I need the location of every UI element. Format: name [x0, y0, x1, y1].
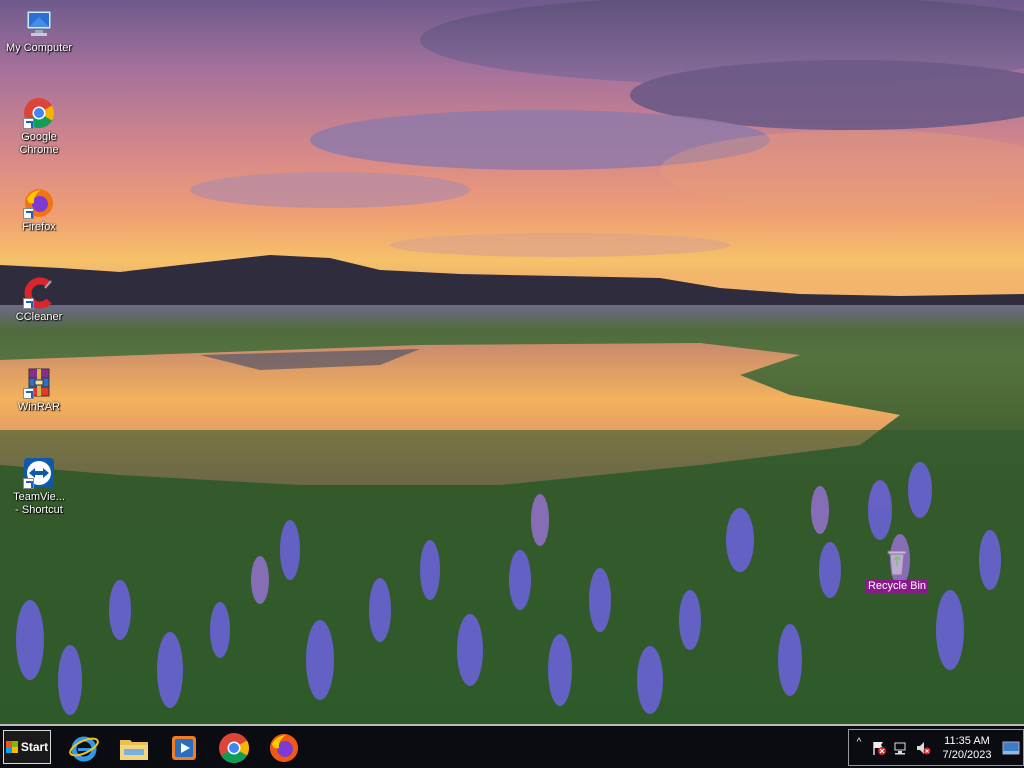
- clock-date: 7/20/2023: [942, 749, 992, 761]
- media-player-icon: [172, 736, 196, 760]
- network-icon[interactable]: [893, 740, 909, 756]
- start-label: Start: [20, 740, 49, 754]
- shortcut-arrow-icon: [23, 208, 34, 219]
- desktop-icon-my-computer[interactable]: My Computer: [0, 8, 78, 55]
- firefox-icon: [23, 187, 55, 219]
- winrar-icon: [23, 367, 55, 399]
- taskbar-clock[interactable]: 11:35 AM 7/20/2023: [934, 734, 1000, 762]
- desktop-icon-google-chrome[interactable]: Google Chrome: [0, 97, 78, 157]
- taskbar-firefox[interactable]: [267, 731, 301, 765]
- chrome-icon: [219, 733, 250, 764]
- shortcut-arrow-icon: [23, 118, 34, 129]
- desktop-icon-label: Recycle Bin: [865, 580, 929, 593]
- shortcut-arrow-icon: [23, 388, 34, 399]
- internet-explorer-icon: [69, 736, 99, 762]
- taskbar-media-player[interactable]: [167, 731, 201, 765]
- volume-muted-icon[interactable]: [915, 740, 931, 756]
- teamviewer-icon: [23, 457, 55, 489]
- desktop-icon-label: Google Chrome: [19, 131, 59, 156]
- show-hidden-icons-chevron-icon[interactable]: ^: [853, 737, 865, 753]
- shortcut-arrow-icon: [23, 298, 34, 309]
- desktop-icon-label: My Computer: [5, 42, 73, 54]
- taskbar[interactable]: Start ^ 11:35 AM 7/20/2023: [0, 724, 1024, 768]
- taskbar-file-explorer[interactable]: [117, 731, 151, 765]
- taskbar-chrome[interactable]: [217, 731, 251, 765]
- chrome-icon: [23, 97, 55, 129]
- desktop-icon-recycle-bin[interactable]: Recycle Bin: [858, 546, 936, 593]
- action-center-flag-icon[interactable]: [871, 740, 887, 756]
- desktop-icon-label: WinRAR: [17, 401, 61, 413]
- computer-icon: [23, 8, 55, 40]
- firefox-icon: [270, 734, 298, 762]
- system-tray[interactable]: ^ 11:35 AM 7/20/2023: [848, 729, 1024, 766]
- taskbar-internet-explorer[interactable]: [67, 731, 101, 765]
- desktop-icon-ccleaner[interactable]: CCleaner: [0, 277, 78, 324]
- desktop-icon-label: TeamVie... - Shortcut: [13, 491, 65, 516]
- desktop[interactable]: My Computer Google Chrome Firefox CClean…: [0, 0, 1024, 724]
- shortcut-arrow-icon: [23, 478, 34, 489]
- desktop-icon-label: Firefox: [22, 221, 56, 233]
- desktop-icon-firefox[interactable]: Firefox: [0, 187, 78, 234]
- recycle-bin-icon: [881, 546, 913, 578]
- desktop-icon-teamviewer[interactable]: TeamVie... - Shortcut: [0, 457, 78, 517]
- ccleaner-icon: [23, 277, 55, 309]
- desktop-icon-winrar[interactable]: WinRAR: [0, 367, 78, 414]
- desktop-icon-label: CCleaner: [15, 311, 63, 323]
- file-explorer-icon: [120, 740, 148, 760]
- windows-logo-icon: [5, 741, 18, 753]
- clock-time: 11:35 AM: [944, 735, 990, 747]
- show-desktop-icon[interactable]: [1002, 740, 1020, 756]
- start-button[interactable]: Start: [3, 730, 51, 764]
